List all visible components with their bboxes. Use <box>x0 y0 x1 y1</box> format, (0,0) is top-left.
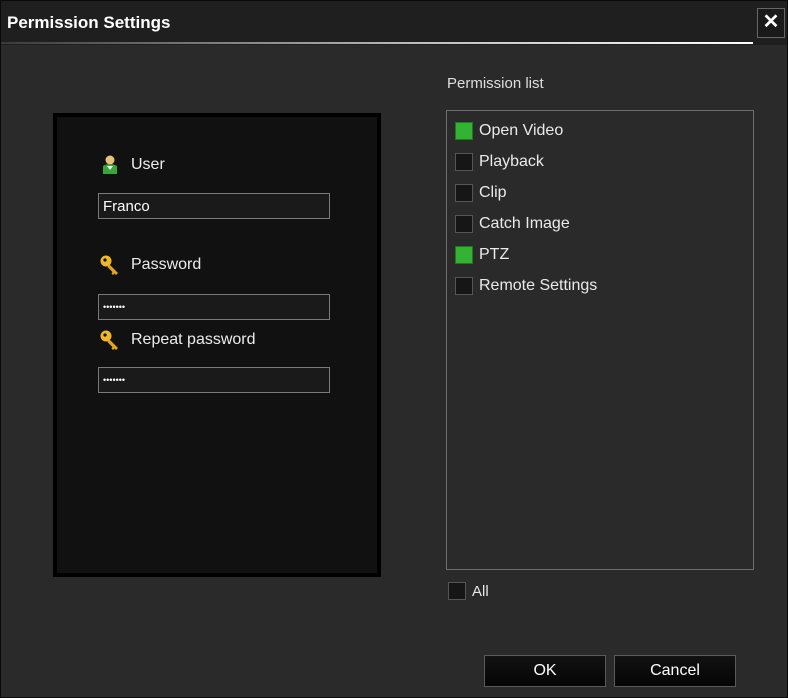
repeat-password-input[interactable] <box>98 367 330 393</box>
permission-label: Playback <box>479 153 544 170</box>
key-icon <box>99 329 121 351</box>
permission-list-title: Permission list <box>447 75 544 92</box>
dialog-title: Permission Settings <box>7 13 171 32</box>
password-label: Password <box>131 256 202 273</box>
repeat-password-label: Repeat password <box>131 331 256 348</box>
cancel-button[interactable]: Cancel <box>614 655 736 687</box>
permission-ptz[interactable]: PTZ <box>455 244 509 266</box>
permission-settings-dialog: Permission Settings ✕ User Password <box>0 0 788 698</box>
close-icon: ✕ <box>762 11 780 33</box>
permission-playback[interactable]: Playback <box>455 151 544 173</box>
user-icon <box>99 154 121 176</box>
user-input[interactable] <box>98 193 330 219</box>
permission-catch-image[interactable]: Catch Image <box>455 213 570 235</box>
select-all[interactable]: All <box>448 582 489 600</box>
permission-label: Catch Image <box>479 215 570 232</box>
repeat-password-label-row: Repeat password <box>99 329 256 351</box>
permission-remote-settings[interactable]: Remote Settings <box>455 275 597 297</box>
password-label-row: Password <box>99 254 201 276</box>
close-button[interactable]: ✕ <box>757 8 785 38</box>
select-all-label: All <box>472 582 489 600</box>
ok-button[interactable]: OK <box>484 655 606 687</box>
checkbox[interactable] <box>455 215 473 233</box>
permission-label: Remote Settings <box>479 277 598 294</box>
permission-open-video[interactable]: Open Video <box>455 120 563 142</box>
checkbox[interactable] <box>455 153 473 171</box>
user-label: User <box>131 156 165 173</box>
password-input[interactable] <box>98 294 330 320</box>
title-divider <box>1 42 753 44</box>
key-icon <box>99 254 121 276</box>
user-label-row: User <box>99 154 165 176</box>
permission-label: Clip <box>479 184 507 201</box>
checkbox[interactable] <box>455 246 473 264</box>
permission-list: Open Video Playback Clip Catch Image PTZ… <box>446 110 754 570</box>
title-bar[interactable]: Permission Settings ✕ <box>1 1 787 45</box>
permission-clip[interactable]: Clip <box>455 182 507 204</box>
permission-label: PTZ <box>479 246 510 263</box>
permission-label: Open Video <box>479 122 564 139</box>
checkbox[interactable] <box>455 122 473 140</box>
checkbox[interactable] <box>455 277 473 295</box>
select-all-checkbox[interactable] <box>448 582 466 600</box>
checkbox[interactable] <box>455 184 473 202</box>
